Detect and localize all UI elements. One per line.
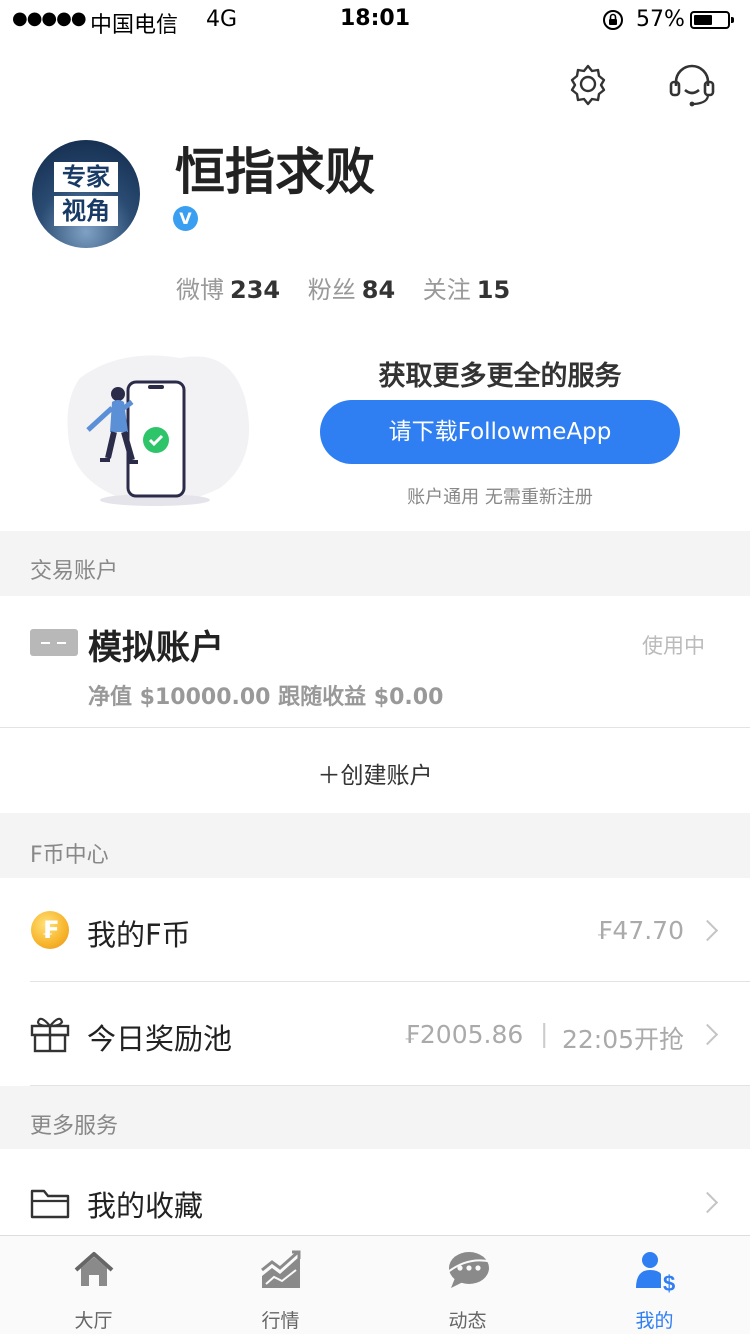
account-status: 使用中 [642, 634, 705, 658]
tab-me[interactable]: $ 我的 [561, 1236, 748, 1335]
create-account-button[interactable]: ＋创建账户 [0, 728, 750, 813]
chevron-right-icon [696, 1023, 719, 1046]
chat-bubble-icon [447, 1252, 493, 1288]
account-type-badge [30, 629, 78, 656]
download-illustration [67, 355, 250, 506]
verified-badge-icon: V [173, 206, 198, 231]
favorites-row[interactable]: 我的收藏 [0, 1149, 750, 1235]
reward-pool-row[interactable]: 今日奖励池 ₣2005.86 | 22:05开抢 [0, 982, 750, 1085]
coin-icon: ₣ [31, 911, 69, 949]
stat-weibo[interactable]: 微博 234 [176, 276, 300, 304]
rotation-lock-icon [603, 10, 623, 30]
my-fcoin-label: 我的F币 [87, 918, 191, 952]
promo-title: 获取更多更全的服务 [378, 361, 622, 392]
stat-fans[interactable]: 粉丝 84 [308, 276, 415, 304]
battery-icon [690, 11, 734, 29]
tab-label: 行情 [261, 1310, 300, 1332]
account-card[interactable]: 模拟账户 使用中 净值 $10000.00 跟随收益 $0.00 [0, 596, 750, 727]
promo-note: 账户通用 无需重新注册 [407, 487, 593, 508]
reward-separator: | [540, 1019, 549, 1048]
reward-pool-time: 22:05开抢 [561, 1025, 684, 1054]
gear-icon[interactable] [566, 62, 610, 106]
tab-feed[interactable]: 动态 [374, 1236, 561, 1335]
tab-hall[interactable]: 大厅 [0, 1236, 187, 1335]
reward-pool-label: 今日奖励池 [87, 1022, 233, 1056]
chevron-right-icon [696, 919, 719, 942]
my-fcoin-value: ₣47.70 [596, 916, 684, 945]
headset-icon[interactable] [668, 62, 716, 108]
avatar-text-bottom: 视角 [54, 196, 118, 226]
download-app-button[interactable]: 请下载FollowmeApp [320, 400, 680, 464]
chevron-right-icon [696, 1191, 719, 1214]
section-header-fcoin: F币中心 [0, 813, 750, 878]
chart-icon [261, 1250, 301, 1288]
section-header-trading: 交易账户 [0, 531, 750, 596]
home-icon [74, 1252, 114, 1286]
status-bar: ●●●●● 中国电信 4G 18:01 57% [0, 0, 750, 40]
reward-pool-value: ₣2005.86 [404, 1020, 524, 1049]
battery-percent: 57% [636, 7, 685, 32]
account-name: 模拟账户 [88, 628, 224, 668]
section-header-more: 更多服务 [0, 1086, 750, 1149]
battery-fill [694, 15, 712, 25]
folder-icon [30, 1189, 70, 1219]
profile-stats: 微博 234 粉丝 84 关注 15 [176, 270, 530, 305]
avatar[interactable]: 专家 视角 [32, 140, 140, 248]
tab-label: 我的 [635, 1310, 674, 1332]
favorites-label: 我的收藏 [87, 1189, 204, 1223]
username: 恒指求败 [175, 143, 375, 201]
avatar-text-top: 专家 [54, 162, 118, 192]
create-account-label: ＋创建账户 [317, 763, 433, 789]
tab-market[interactable]: 行情 [187, 1236, 374, 1335]
gift-icon [30, 1017, 70, 1053]
tab-label: 大厅 [74, 1310, 113, 1332]
account-detail: 净值 $10000.00 跟随收益 $0.00 [88, 685, 444, 710]
bottom-tab-bar: 大厅 行情 动态 $ 我的 [0, 1235, 750, 1334]
my-fcoin-row[interactable]: ₣ 我的F币 ₣47.70 [0, 878, 750, 981]
user-dollar-icon: $ [636, 1252, 675, 1294]
tab-label: 动态 [448, 1310, 487, 1332]
stat-following[interactable]: 关注 15 [423, 276, 530, 304]
svg-text:$: $ [663, 1271, 675, 1294]
